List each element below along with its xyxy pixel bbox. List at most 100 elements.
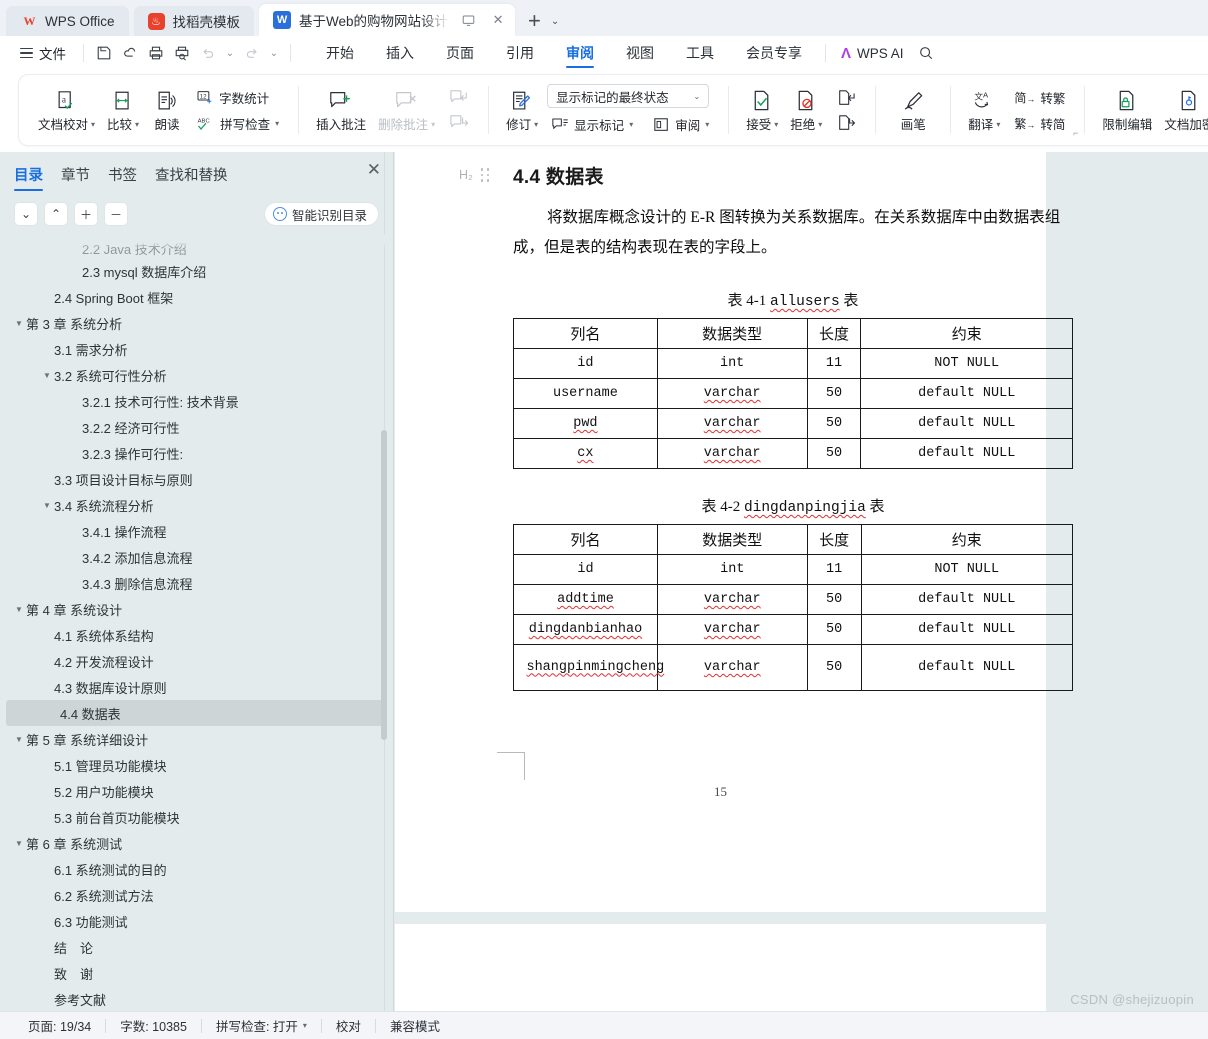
table-cell[interactable]: NOT NULL	[861, 555, 1072, 585]
collapse-up-button[interactable]: ⌃	[44, 202, 68, 226]
table-row[interactable]: shangpinmingchengvarchar50default NULL	[514, 645, 1073, 691]
collapse-triangle-icon[interactable]: ▼	[40, 501, 54, 510]
undo-icon[interactable]	[195, 40, 221, 66]
status-page-count[interactable]: 页面: 19/34	[14, 1016, 105, 1035]
outline-item[interactable]: 2.3 mysql 数据库介绍	[0, 258, 393, 284]
document-page-16[interactable]	[395, 924, 1046, 1011]
undo-dropdown-icon[interactable]: ⌄	[221, 40, 239, 66]
table-cell[interactable]: 11	[807, 349, 861, 379]
redo-icon[interactable]	[239, 40, 265, 66]
table-cell[interactable]: varchar	[657, 379, 807, 409]
table-cell[interactable]: shangpinmingcheng	[514, 645, 658, 691]
previous-change-button[interactable]	[831, 87, 861, 109]
outline-item[interactable]: 2.4 Spring Boot 框架	[0, 284, 393, 310]
outline-item[interactable]: 6.2 系统测试方法	[0, 882, 393, 908]
table-cell[interactable]: dingdanbianhao	[514, 615, 658, 645]
app-tab-wps-office[interactable]: W WPS Office	[6, 6, 129, 36]
collapse-triangle-icon[interactable]: ▼	[12, 735, 26, 744]
document-page-15[interactable]: H₂ 4.4 数据表 将数据库概念设计的 E-R 图转换为关系数据库。在关系数据…	[395, 152, 1046, 912]
table-cell[interactable]: varchar	[657, 585, 807, 615]
outline-item[interactable]: 4.1 系统体系结构	[0, 622, 393, 648]
sidebar-tab-bookmarks[interactable]: 书签	[108, 164, 137, 192]
table-cell[interactable]: default NULL	[861, 409, 1073, 439]
outline-item[interactable]: 6.1 系统测试的目的	[0, 856, 393, 882]
table-cell[interactable]: 11	[807, 555, 861, 585]
outline-item[interactable]: 6.3 功能测试	[0, 908, 393, 934]
search-icon[interactable]	[918, 45, 934, 61]
delete-comment-button[interactable]: 删除批注▾	[372, 85, 441, 135]
table-cell[interactable]: cx	[514, 439, 658, 469]
accept-change-button[interactable]: 接受▾	[740, 85, 784, 135]
file-menu-button[interactable]: 文件	[10, 40, 76, 66]
close-tab-icon[interactable]: ✕	[487, 9, 509, 31]
outline-item[interactable]: ▼第 6 章 系统测试	[0, 830, 393, 856]
increase-level-button[interactable]: ＋	[74, 202, 98, 226]
track-changes-button[interactable]: 修订▾	[500, 85, 544, 135]
insert-comment-button[interactable]: 插入批注	[310, 85, 372, 135]
outline-item[interactable]: 3.2.2 经济可行性	[0, 414, 393, 440]
spell-check-button[interactable]: ABC 拼写检查 ▾	[192, 112, 284, 135]
table-row[interactable]: usernamevarchar50default NULL	[514, 379, 1073, 409]
outline-item[interactable]: ▼第 3 章 系统分析	[0, 310, 393, 336]
document-tab[interactable]: W 基于Web的购物网站设计与实现 ✕	[259, 4, 515, 36]
sidebar-tab-find-replace[interactable]: 查找和替换	[155, 164, 228, 192]
table-cell[interactable]: pwd	[514, 409, 658, 439]
app-tab-docer[interactable]: ♨ 找稻壳模板	[134, 6, 255, 36]
outline-item[interactable]: 3.2.1 技术可行性: 技术背景	[0, 388, 393, 414]
chevron-down-icon[interactable]: ⌄	[693, 92, 700, 101]
document-proofread-button[interactable]: a 文档校对▾	[32, 85, 101, 135]
tab-view[interactable]: 视图	[610, 37, 670, 70]
table-cell[interactable]: default NULL	[861, 615, 1072, 645]
expand-down-button[interactable]: ⌄	[14, 202, 38, 226]
tab-reference[interactable]: 引用	[490, 37, 550, 70]
table-row[interactable]: dingdanbianhaovarchar50default NULL	[514, 615, 1073, 645]
collapse-triangle-icon[interactable]: ▼	[12, 839, 26, 848]
data-table-allusers[interactable]: 列名数据类型长度约束idint11NOT NULLusernamevarchar…	[513, 318, 1073, 469]
outline-item[interactable]: 致 谢	[0, 960, 393, 986]
tab-start[interactable]: 开始	[310, 37, 370, 70]
sidebar-tab-chapters[interactable]: 章节	[61, 164, 90, 192]
tab-member[interactable]: 会员专享	[730, 37, 818, 70]
read-aloud-button[interactable]: 朗读	[145, 85, 189, 135]
chevron-down-icon[interactable]: ▾	[629, 120, 633, 129]
reviewing-pane-button[interactable]: 审阅 ▾	[648, 113, 714, 136]
table-cell[interactable]: int	[657, 555, 807, 585]
table-cell[interactable]: addtime	[514, 585, 658, 615]
markup-display-select[interactable]: 显示标记的最终状态 ⌄	[547, 84, 709, 108]
outline-item[interactable]: ▼第 4 章 系统设计	[0, 596, 393, 622]
collapse-triangle-icon[interactable]: ▼	[40, 371, 54, 380]
table-cell[interactable]: varchar	[657, 409, 807, 439]
outline-item[interactable]: 5.3 前台首页功能模块	[0, 804, 393, 830]
outline-item[interactable]: 3.3 项目设计目标与原则	[0, 466, 393, 492]
chevron-down-icon[interactable]: ▾	[135, 120, 139, 129]
chevron-down-icon[interactable]: ▾	[818, 120, 822, 129]
traditional-to-simplified-button[interactable]: 繁→ 转简	[1009, 112, 1070, 135]
simplified-to-traditional-button[interactable]: 简→ 转繁	[1009, 86, 1070, 109]
table-cell[interactable]: varchar	[657, 645, 807, 691]
reject-change-button[interactable]: 拒绝▾	[784, 85, 828, 135]
table-cell[interactable]: username	[514, 379, 658, 409]
outline-item[interactable]: 结 论	[0, 934, 393, 960]
table-cell[interactable]: default NULL	[861, 645, 1072, 691]
status-spell-check[interactable]: 拼写检查: 打开 ▾	[202, 1016, 321, 1035]
chevron-down-icon[interactable]: ▾	[91, 120, 95, 129]
previous-comment-button[interactable]	[444, 87, 474, 109]
table-cell[interactable]: 50	[807, 409, 861, 439]
quick-access-dropdown-icon[interactable]: ⌄	[265, 40, 283, 66]
collapse-triangle-icon[interactable]: ▼	[12, 319, 26, 328]
show-markup-button[interactable]: 显示标记 ▾	[547, 113, 638, 136]
outline-item[interactable]: ▼3.2 系统可行性分析	[0, 362, 393, 388]
outline-item[interactable]: ▼第 5 章 系统详细设计	[0, 726, 393, 752]
language-dialog-launcher[interactable]: ⌐	[1073, 128, 1078, 138]
document-canvas[interactable]: H₂ 4.4 数据表 将数据库概念设计的 E-R 图转换为关系数据库。在关系数据…	[394, 152, 1208, 1011]
table-cell[interactable]: default NULL	[861, 439, 1073, 469]
table-row[interactable]: pwdvarchar50default NULL	[514, 409, 1073, 439]
table-cell[interactable]: NOT NULL	[861, 349, 1073, 379]
compare-button[interactable]: 比较▾	[101, 85, 145, 135]
heading-gutter[interactable]: H₂	[459, 168, 490, 182]
table-cell[interactable]: default NULL	[861, 585, 1072, 615]
translate-button[interactable]: 文A 翻译▾	[962, 85, 1006, 135]
close-sidebar-icon[interactable]: ✕	[367, 160, 381, 180]
chevron-down-icon[interactable]: ▾	[774, 120, 778, 129]
wps-ai-button[interactable]: Λ WPS AI	[841, 45, 904, 62]
